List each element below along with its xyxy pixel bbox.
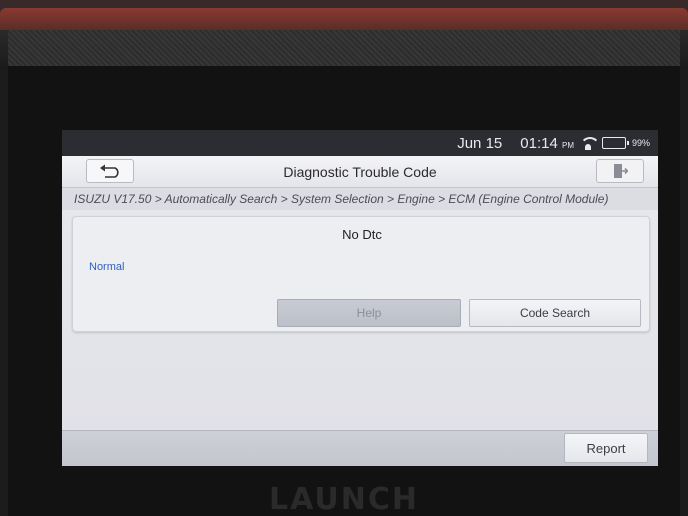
breadcrumb: ISUZU V17.50 > Automatically Search > Sy… bbox=[62, 188, 658, 210]
exit-button[interactable] bbox=[596, 159, 644, 183]
content-area: No Dtc Normal Help Code Search bbox=[62, 210, 658, 430]
tablet-screen: Jun 15 01:14 PM 99% Diagnostic Trouble C… bbox=[62, 130, 658, 466]
dtc-title: No Dtc bbox=[342, 227, 382, 242]
help-button[interactable]: Help bbox=[277, 299, 461, 327]
dtc-status: Normal bbox=[89, 261, 125, 273]
brand-logo: LAUNCH bbox=[268, 482, 419, 516]
title-bar: Diagnostic Trouble Code bbox=[62, 156, 658, 188]
status-time: 01:14 PM bbox=[520, 134, 574, 152]
battery-percent: 99% bbox=[631, 138, 650, 148]
device-grip-texture bbox=[8, 30, 680, 66]
status-date: Jun 15 bbox=[457, 134, 503, 152]
exit-door-icon bbox=[614, 164, 628, 178]
bottom-toolbar: Report bbox=[62, 430, 658, 466]
device-red-trim bbox=[0, 8, 688, 30]
wifi-icon bbox=[579, 137, 600, 150]
status-bar: Jun 15 01:14 PM 99% bbox=[62, 130, 658, 156]
battery-icon bbox=[601, 137, 629, 149]
report-button[interactable]: Report bbox=[564, 433, 648, 463]
dtc-card: No Dtc Normal Help Code Search bbox=[72, 216, 650, 332]
code-search-button[interactable]: Code Search bbox=[469, 299, 641, 327]
page-title: Diagnostic Trouble Code bbox=[283, 164, 437, 180]
